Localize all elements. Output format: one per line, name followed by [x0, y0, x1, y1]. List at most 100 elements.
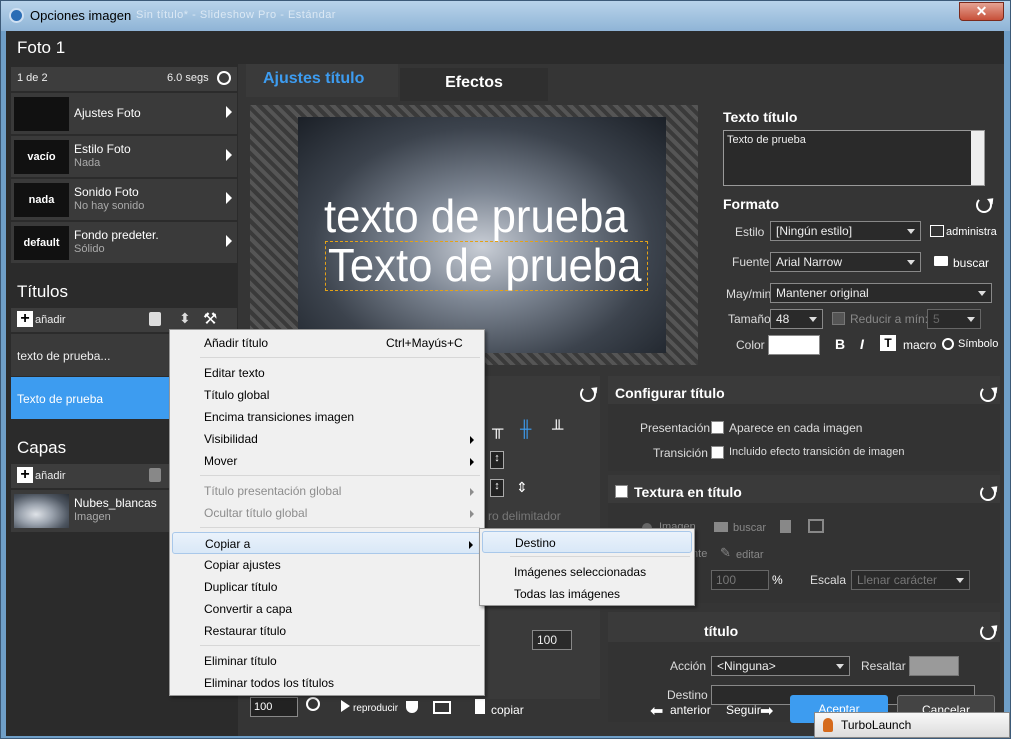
copy-to-submenu: Destino Imágenes seleccionadas Todas las i… [479, 528, 695, 606]
reset-format-icon[interactable] [976, 197, 992, 213]
value-input-2[interactable]: 100 [532, 630, 572, 650]
reduce-checkbox[interactable] [832, 312, 845, 325]
move-updown-icon[interactable]: ⬍ [179, 310, 191, 327]
menu-item-eliminar-todos-los-titulos[interactable]: Eliminar todos los títulos [172, 672, 482, 694]
clipboard-icon[interactable] [475, 699, 485, 714]
trash-icon[interactable] [149, 312, 161, 326]
preview-title-1[interactable]: texto de prueba [324, 189, 628, 243]
edit-gradient-link[interactable]: editar [736, 549, 764, 561]
reset-configure-icon[interactable] [980, 386, 996, 402]
folder-icon[interactable] [934, 256, 948, 266]
play-icon[interactable] [341, 700, 350, 712]
taskbar-popup[interactable]: TurboLaunch [814, 712, 1010, 738]
add-icon[interactable]: + [17, 311, 33, 327]
title-bar[interactable]: Opciones imagen Sin título* - Slideshow … [1, 1, 1010, 31]
previous-button[interactable]: anterior [670, 703, 711, 717]
bold-button[interactable]: B [835, 336, 845, 352]
style-select[interactable]: [Ningún estilo] [770, 221, 921, 241]
font-select[interactable]: Arial Narrow [770, 252, 921, 272]
preview-area[interactable]: texto de prueba Texto de prueba [250, 105, 698, 365]
background-thumbnail: default [14, 226, 69, 260]
menu-item-visibilidad[interactable]: Visibilidad [172, 428, 482, 450]
highlight-color-swatch[interactable] [909, 656, 959, 676]
menu-item-destino[interactable]: Destino [482, 531, 692, 553]
menu-item-copiar-a[interactable]: Copiar a [172, 532, 482, 554]
shield-icon[interactable] [406, 701, 418, 713]
menu-item-convertir-a-capa[interactable]: Convertir a capa [172, 598, 482, 620]
reset-layout-icon[interactable] [580, 386, 596, 402]
macro-link[interactable]: macro [903, 338, 936, 352]
case-select[interactable]: Mantener original [770, 283, 992, 303]
align-middle-icon[interactable]: ╫ [520, 421, 531, 439]
text-scrollbar[interactable] [971, 131, 984, 185]
texture-browse-link[interactable]: buscar [733, 522, 766, 534]
manage-link[interactable]: administra [946, 226, 997, 238]
menu-item-editar-texto[interactable]: Editar texto [172, 362, 482, 384]
arrow-right-icon[interactable]: ➡ [760, 701, 773, 721]
menu-item-imagenes-seleccionadas[interactable]: Imágenes seleccionadas [482, 561, 692, 583]
manage-icon[interactable] [930, 225, 944, 237]
text-effect-button[interactable]: T [880, 335, 896, 351]
line-spacing-icon[interactable]: ⇕ [516, 479, 528, 496]
zoom-input[interactable]: 100 [250, 697, 298, 717]
menu-item-duplicar-titulo[interactable]: Duplicar título [172, 576, 482, 598]
reduce-select[interactable]: 5 [927, 309, 981, 329]
action-select[interactable]: <Ninguna> [711, 656, 850, 676]
align-top-icon[interactable]: ╥ [492, 421, 503, 439]
trash-icon[interactable] [149, 468, 161, 482]
menu-item-restaurar-titulo[interactable]: Restaurar título [172, 620, 482, 642]
presentation-option: Aparece en cada imagen [729, 421, 863, 435]
photo-style-item[interactable]: vacío Estilo Foto Nada [11, 136, 237, 178]
spacing-icon[interactable]: ↕ [490, 451, 504, 469]
presentation-checkbox[interactable] [711, 421, 724, 434]
folder-icon[interactable] [714, 522, 728, 532]
export-icon[interactable] [808, 519, 824, 533]
symbol-link[interactable]: Símbolo [958, 338, 998, 350]
add-layer-button[interactable]: añadir [35, 470, 66, 482]
menu-item-todas-las-imagenes[interactable]: Todas las imágenes [482, 583, 692, 605]
photo-sound-item[interactable]: nada Sonido Foto No hay sonido [11, 179, 237, 221]
tools-icon[interactable]: ⚒ [203, 309, 217, 329]
texture-header: Textura en título [634, 484, 742, 500]
copy-button[interactable]: copiar [491, 703, 524, 717]
arrow-left-icon[interactable]: ⬅ [650, 701, 663, 721]
texture-opacity-input[interactable]: 100 [711, 570, 769, 590]
tab-efectos[interactable]: Efectos [400, 68, 548, 101]
transition-checkbox[interactable] [711, 446, 724, 459]
add-icon[interactable]: + [17, 467, 33, 483]
menu-item-titulo-global[interactable]: Título global [172, 384, 482, 406]
pencil-icon[interactable]: ✎ [720, 545, 731, 561]
spacing-icon-2[interactable]: ↕ [490, 479, 504, 497]
background-item[interactable]: default Fondo predeter. Sólido [11, 222, 237, 264]
menu-item-anadir-titulo[interactable]: Añadir título Ctrl+Mayús+C [172, 332, 482, 354]
reset-action-icon[interactable] [980, 624, 996, 640]
title-text-area[interactable]: Texto de prueba [723, 130, 985, 186]
scale-select[interactable]: Llenar carácter [851, 570, 970, 590]
add-title-button[interactable]: añadir [35, 314, 66, 326]
window-icon[interactable] [433, 701, 451, 714]
photo-settings-item[interactable]: Ajustes Foto [11, 93, 237, 135]
menu-item-eliminar-titulo[interactable]: Eliminar título [172, 650, 482, 672]
preview-title-2-box[interactable]: Texto de prueba [325, 239, 648, 291]
menu-item-copiar-ajustes[interactable]: Copiar ajustes [172, 554, 482, 576]
menu-item-encima-transiciones-imagen[interactable]: Encima transiciones imagen [172, 406, 482, 428]
layer-name: Nubes_blancas [74, 496, 157, 510]
font-browse-link[interactable]: buscar [953, 256, 989, 270]
italic-button[interactable]: I [860, 336, 864, 352]
color-swatch[interactable] [768, 335, 820, 355]
chevron-right-icon [226, 192, 232, 204]
trash-icon[interactable] [780, 520, 791, 533]
size-select[interactable]: 48 [770, 309, 823, 329]
menu-item-label: Editar texto [204, 366, 265, 380]
search-icon[interactable] [306, 697, 320, 711]
align-bottom-icon[interactable]: ╨ [552, 421, 563, 439]
tab-ajustes-titulo[interactable]: Ajustes título [246, 64, 398, 97]
play-button[interactable]: reproducir [353, 703, 398, 714]
close-button[interactable]: ✕ [959, 2, 1004, 21]
next-button[interactable]: Seguir [726, 703, 761, 717]
menu-item-label: Añadir título [204, 336, 269, 350]
symbol-icon[interactable] [942, 338, 954, 350]
reset-texture-icon[interactable] [980, 485, 996, 501]
texture-checkbox[interactable] [615, 485, 628, 498]
menu-item-mover[interactable]: Mover [172, 450, 482, 472]
